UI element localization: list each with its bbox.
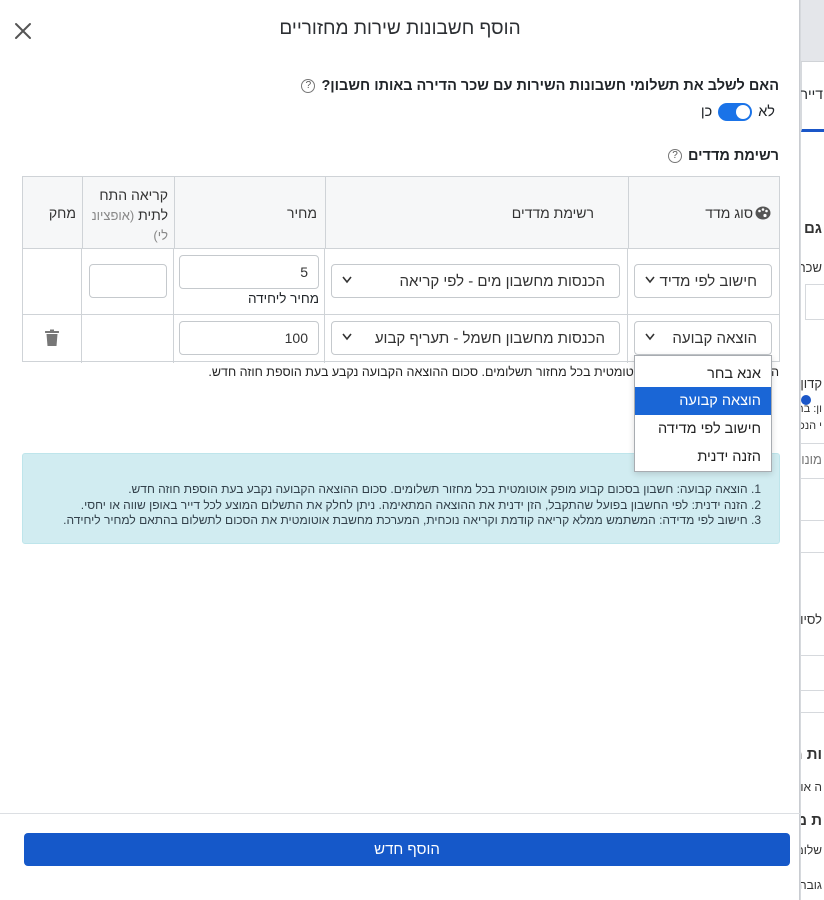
background-text: גם [804, 220, 822, 237]
meter-type-dropdown: אנא בחר הוצאה קבועה חישוב לפי מדידה הזנה… [634, 355, 772, 472]
background-text: י הנכ [800, 420, 822, 432]
background-text: מונות [801, 452, 822, 467]
add-new-button[interactable]: הוסף חדש [24, 833, 790, 866]
chevron-down-icon [645, 333, 655, 341]
info-line: 3. חישוב לפי מדידה: המשתמש ממלא קריאה קו… [63, 513, 761, 527]
palette-icon [755, 206, 771, 223]
background-text: ה אוט [800, 780, 822, 794]
dropdown-option[interactable]: חישוב לפי מדידה [635, 415, 771, 443]
meter-list-select[interactable]: הכנסות מחשבון חשמל - תעריף קבוע [331, 321, 620, 355]
background-text: לסיו [800, 612, 822, 627]
price-unit-note: מחיר ליחידה [247, 291, 319, 306]
combine-question: האם לשלב את תשלומי חשבונות השירות עם שכר… [301, 78, 779, 94]
background-field [805, 284, 824, 320]
background-text: ון: בח [801, 403, 822, 415]
background-text: גובה [800, 878, 822, 892]
dropdown-option[interactable]: אנא בחר [635, 360, 771, 388]
info-line: 2. הזנה ידנית: לפי החשבון בפועל שהתקבל, … [80, 497, 761, 512]
background-topbar [801, 0, 824, 62]
background-tab[interactable]: דייר [801, 62, 824, 132]
trash-icon[interactable] [44, 329, 60, 347]
opening-reading-input[interactable] [89, 264, 167, 298]
info-line: 1. הוצאה קבועה: חשבון בסכום קבוע מופק או… [128, 482, 761, 496]
combine-toggle-row: לא כן [701, 103, 775, 121]
dropdown-option-selected[interactable]: הוצאה קבועה [635, 387, 771, 415]
dropdown-option[interactable]: הזנה ידנית [635, 443, 771, 471]
meter-list-select[interactable]: הכנסות מחשבון מים - לפי קריאה [331, 264, 620, 298]
modal-header: הוסף חשבונות שירות מחזוריים [0, 0, 800, 58]
combine-toggle[interactable] [718, 103, 753, 121]
meter-type-select[interactable]: הוצאה קבועה [634, 321, 772, 355]
chevron-down-icon [342, 333, 352, 341]
utility-bills-modal: הוסף חשבונות שירות מחזוריים האם לשלב את … [0, 0, 800, 900]
chevron-down-icon [645, 276, 655, 284]
price-input[interactable]: 5 [179, 255, 319, 289]
close-icon[interactable] [12, 20, 34, 42]
background-text: שכר [800, 260, 822, 275]
background-text: קדון [800, 376, 822, 391]
combine-question-label: האם לשלב את תשלומי חשבונות השירות עם שכר… [321, 78, 779, 94]
footer-divider [0, 813, 800, 814]
price-input[interactable]: 100 [179, 321, 319, 355]
header-price: מחיר [174, 177, 325, 249]
header-meter-type: סוג מדד [628, 177, 779, 249]
background-text: ות מ [801, 746, 822, 763]
meter-type-select[interactable]: חישוב לפי מדיד [634, 264, 772, 298]
background-text: שלומ [801, 843, 822, 857]
chevron-down-icon [342, 276, 352, 284]
header-meter-list: רשימת מדדים [325, 177, 628, 249]
modal-title: הוסף חשבונות שירות מחזוריים [279, 18, 521, 39]
header-delete: מחק [23, 177, 82, 249]
background-text: ת מ [801, 812, 822, 829]
meters-title-label: רשימת מדדים [687, 148, 779, 164]
meters-section-title: רשימת מדדים ? [667, 148, 779, 164]
background-page: דייר גם שכר קדון ון: בח י הנכ מונות לסיו… [800, 0, 824, 900]
help-icon[interactable]: ? [667, 149, 682, 163]
toggle-no-label: לא [758, 104, 775, 120]
toggle-yes-label: כן [700, 104, 713, 120]
header-opening-reading: קריאה התח לתית (אופציונ לי) [82, 177, 174, 249]
help-icon[interactable]: ? [301, 79, 316, 93]
